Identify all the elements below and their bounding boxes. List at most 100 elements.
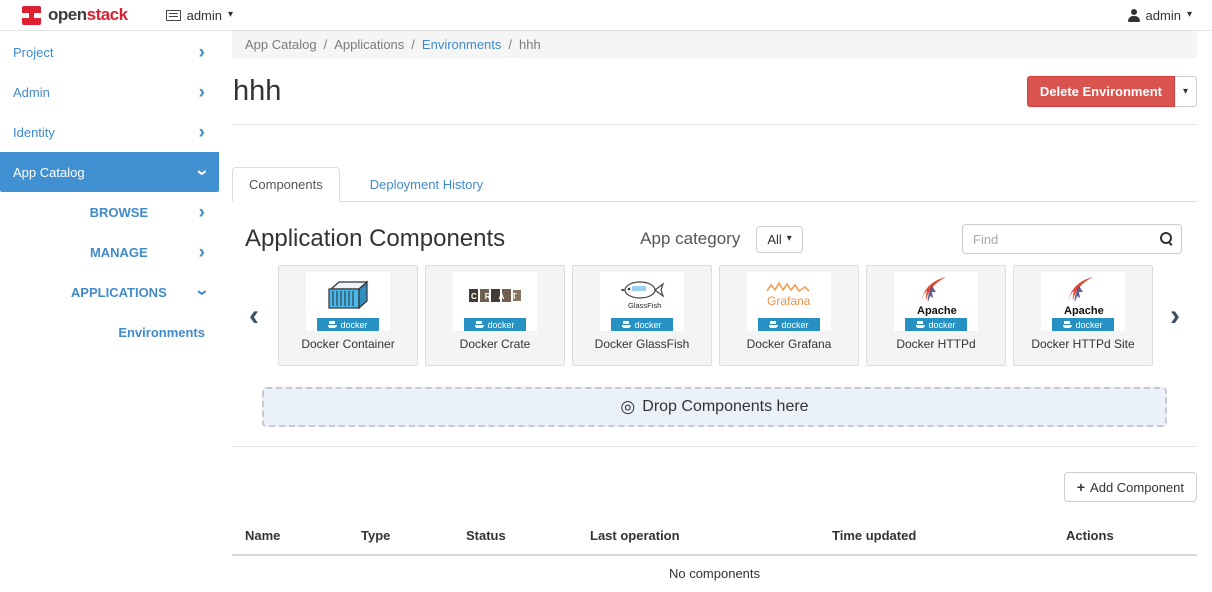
- component-card-label: Docker Crate: [426, 337, 564, 351]
- page-title: hhh: [232, 75, 281, 108]
- chevron-right-icon: ›: [199, 243, 205, 262]
- apache-logo: Apache docker: [1041, 272, 1125, 331]
- docker-badge: docker: [317, 318, 379, 331]
- top-navbar: openstack admin ▾ admin ▾: [0, 0, 1212, 31]
- col-header-time-updated: Time updated: [819, 518, 1053, 555]
- component-card-label: Docker Grafana: [720, 337, 858, 351]
- docker-badge-label: docker: [928, 320, 955, 330]
- dropzone-text: Drop Components here: [642, 398, 808, 416]
- col-header-status: Status: [453, 518, 577, 555]
- caret-down-icon: ▾: [1187, 10, 1192, 20]
- breadcrumb-applications: Applications: [334, 37, 404, 52]
- app-category-label: App category: [640, 229, 740, 249]
- component-card-docker-httpd[interactable]: Apache docker Docker HTTPd: [866, 265, 1006, 366]
- svg-text:Grafana: Grafana: [767, 294, 811, 308]
- sidebar-item-label: Identity: [13, 125, 55, 140]
- grafana-logo: Grafana docker: [747, 272, 831, 331]
- docker-whale-icon: [622, 321, 631, 328]
- apache-logo: Apache docker: [894, 272, 978, 331]
- grafana-icon: Grafana: [759, 279, 819, 313]
- sidebar-item-manage[interactable]: MANAGE ›: [0, 232, 219, 272]
- breadcrumb-app-catalog: App Catalog: [245, 37, 317, 52]
- sidebar-item-label: Environments: [118, 325, 205, 340]
- delete-environment-button[interactable]: Delete Environment: [1027, 76, 1175, 107]
- page-header: hhh Delete Environment ▾: [232, 58, 1197, 124]
- no-components-message: No components: [232, 555, 1197, 592]
- breadcrumb-environments-link[interactable]: Environments: [422, 37, 501, 52]
- user-label: admin: [1146, 8, 1181, 23]
- component-card-docker-glassfish[interactable]: GlassFish docker Docker GlassFish: [572, 265, 712, 366]
- apache-feather-icon: Apache: [1059, 276, 1107, 316]
- tab-bar: Components Deployment History: [232, 167, 1197, 202]
- chevron-right-icon: ›: [199, 203, 205, 222]
- app-category-value: All: [767, 232, 781, 247]
- carousel-left-arrow[interactable]: ‹: [238, 301, 270, 331]
- project-context-switcher[interactable]: admin ▾: [166, 8, 233, 23]
- sidebar-item-identity[interactable]: Identity ›: [0, 112, 219, 152]
- app-category-dropdown[interactable]: All ▾: [756, 226, 802, 253]
- sidebar-item-browse[interactable]: BROWSE ›: [0, 192, 219, 232]
- chevron-right-icon: ›: [199, 83, 205, 102]
- component-card-docker-httpd-site[interactable]: Apache docker Docker HTTPd Site: [1013, 265, 1153, 366]
- component-card-label: Docker Container: [279, 337, 417, 351]
- plus-icon: +: [1077, 479, 1085, 495]
- chevron-down-icon: ›: [192, 169, 211, 175]
- tab-components[interactable]: Components: [232, 167, 340, 202]
- chevron-right-icon: ›: [199, 43, 205, 62]
- find-input[interactable]: [962, 224, 1182, 254]
- sidebar-item-label: MANAGE: [13, 245, 199, 260]
- delete-environment-split-button: Delete Environment ▾: [1027, 76, 1197, 107]
- docker-badge-label: docker: [781, 320, 808, 330]
- component-card-docker-grafana[interactable]: Grafana docker Docker Grafana: [719, 265, 859, 366]
- table-header-row: Name Type Status Last operation Time upd…: [232, 518, 1197, 555]
- col-header-name: Name: [232, 518, 348, 555]
- svg-text:Apache: Apache: [917, 305, 957, 316]
- add-component-button[interactable]: + Add Component: [1064, 472, 1197, 502]
- sidebar-item-label: BROWSE: [13, 205, 199, 220]
- sidebar-item-label: App Catalog: [13, 165, 85, 180]
- col-header-type: Type: [348, 518, 453, 555]
- col-header-actions: Actions: [1053, 518, 1197, 555]
- user-icon: [1128, 9, 1140, 22]
- application-components-heading: Application Components: [232, 225, 505, 253]
- component-card-docker-crate[interactable]: CRATE docker Docker Crate: [425, 265, 565, 366]
- crate-logo: CRATE docker: [453, 272, 537, 331]
- sidebar-item-app-catalog[interactable]: App Catalog ›: [0, 152, 219, 192]
- components-toolbar: Application Components App category All …: [232, 221, 1197, 257]
- breadcrumb-current: hhh: [519, 37, 541, 52]
- docker-badge-label: docker: [487, 320, 514, 330]
- container-icon: [325, 279, 371, 313]
- docker-badge: docker: [905, 318, 967, 331]
- brand-text: openstack: [48, 5, 128, 25]
- docker-whale-icon: [916, 321, 925, 328]
- caret-down-icon: ▾: [1183, 87, 1188, 97]
- user-menu[interactable]: admin ▾: [1128, 8, 1192, 23]
- caret-down-icon: ▾: [228, 10, 233, 20]
- delete-environment-dropdown-toggle[interactable]: ▾: [1175, 76, 1197, 107]
- sidebar-item-environments[interactable]: Environments: [0, 312, 219, 352]
- svg-text:Apache: Apache: [1064, 305, 1104, 316]
- docker-badge: docker: [1052, 318, 1114, 331]
- component-card-label: Docker HTTPd: [867, 337, 1005, 351]
- sidebar-nav: Project › Admin › Identity › App Catalog…: [0, 32, 219, 352]
- carousel-right-arrow[interactable]: ›: [1159, 301, 1191, 331]
- chevron-down-icon: ›: [192, 289, 211, 295]
- breadcrumb: App Catalog / Applications / Environment…: [232, 31, 1197, 58]
- sidebar-item-applications[interactable]: APPLICATIONS ›: [0, 272, 219, 312]
- docker-whale-icon: [769, 321, 778, 328]
- component-card-docker-container[interactable]: docker Docker Container: [278, 265, 418, 366]
- docker-badge: docker: [464, 318, 526, 331]
- breadcrumb-separator: /: [508, 37, 512, 52]
- target-icon: ◎: [620, 397, 635, 417]
- openstack-logo[interactable]: openstack: [22, 5, 128, 25]
- sidebar-item-project[interactable]: Project ›: [0, 32, 219, 72]
- sidebar-item-admin[interactable]: Admin ›: [0, 72, 219, 112]
- components-carousel: ‹: [232, 265, 1197, 366]
- search-icon[interactable]: [1160, 232, 1173, 245]
- sidebar-item-label: APPLICATIONS: [13, 285, 199, 300]
- breadcrumb-separator: /: [411, 37, 415, 52]
- drop-components-zone[interactable]: ◎ Drop Components here: [262, 387, 1167, 427]
- component-cards: docker Docker Container CRATE: [270, 265, 1159, 366]
- tab-deployment-history[interactable]: Deployment History: [354, 168, 499, 201]
- main-content: App Catalog / Applications / Environment…: [232, 31, 1197, 592]
